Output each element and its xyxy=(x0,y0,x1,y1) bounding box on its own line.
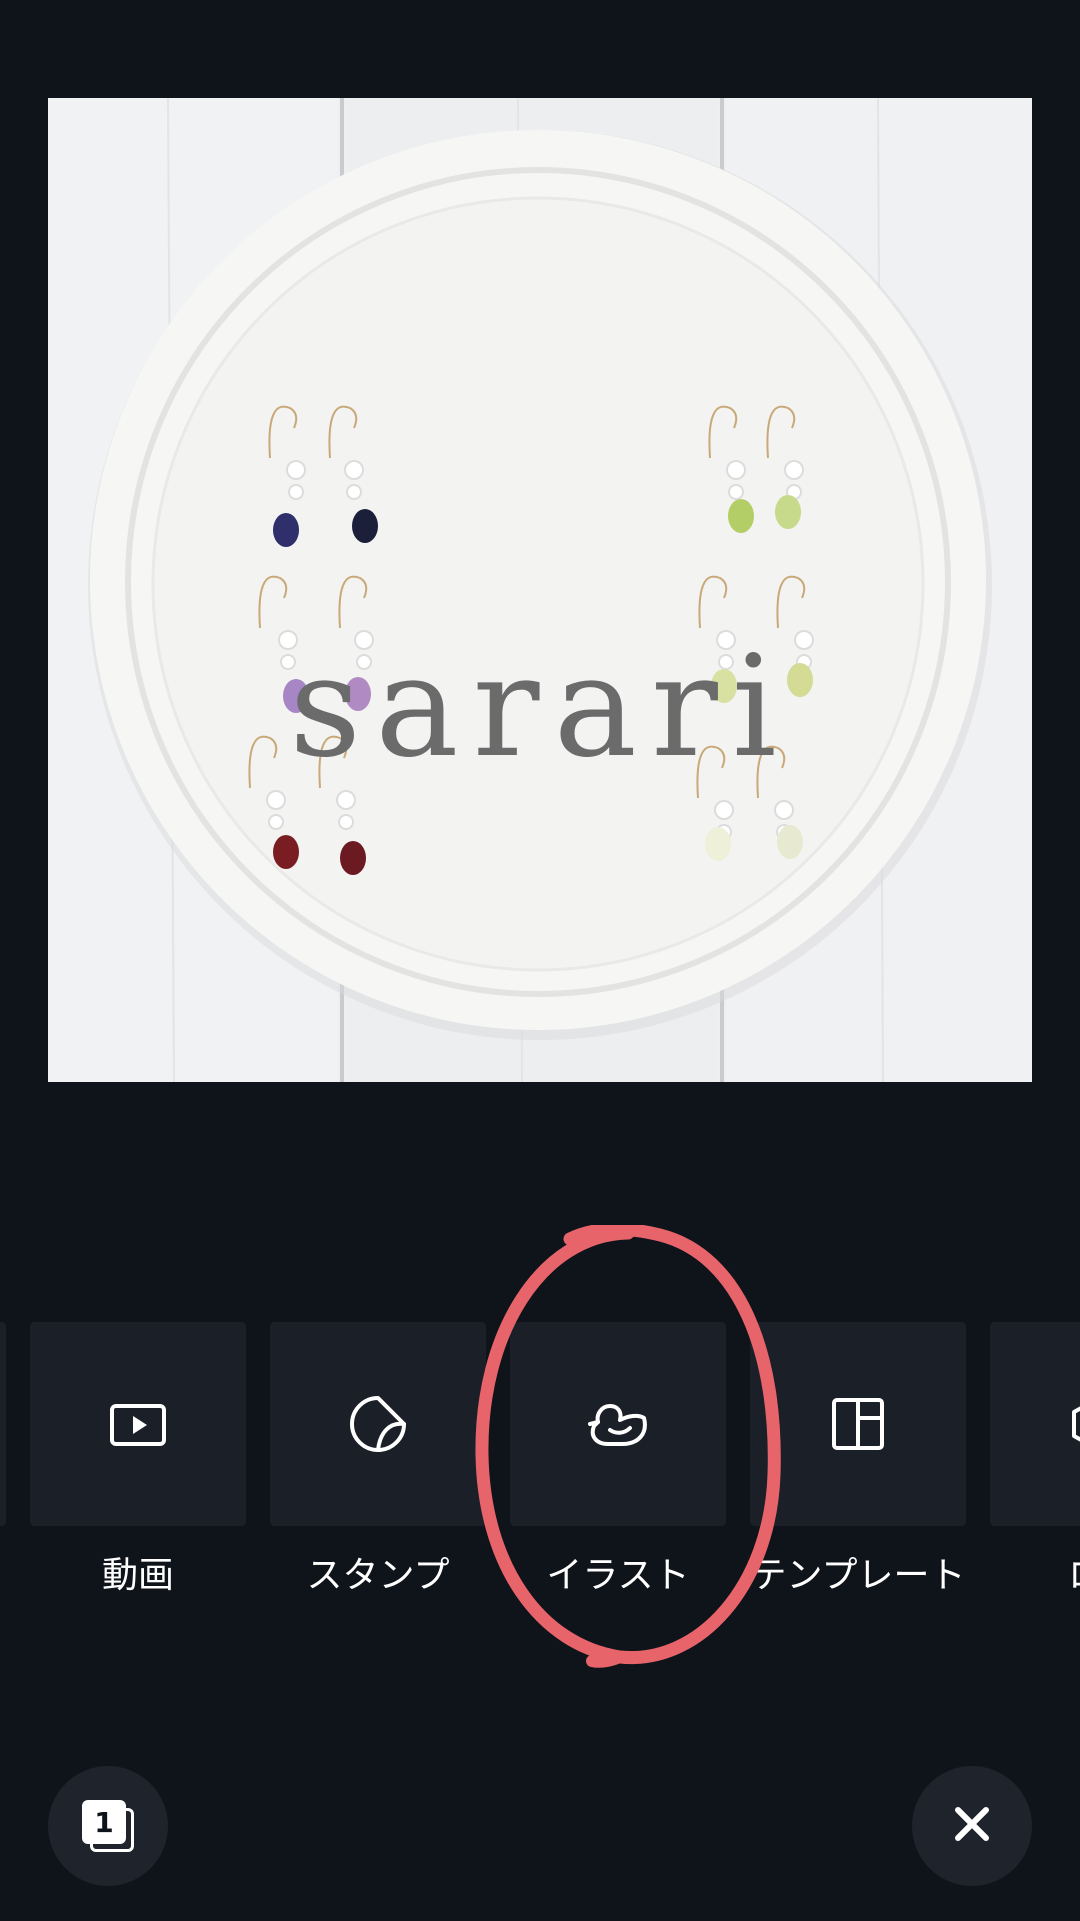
tool-template[interactable]: テンプレート xyxy=(750,1322,966,1598)
tool-card xyxy=(30,1322,246,1526)
tool-card xyxy=(750,1322,966,1526)
close-button[interactable] xyxy=(912,1766,1032,1886)
duck-illustration-icon xyxy=(586,1392,650,1456)
pages-icon: 1 xyxy=(82,1800,134,1852)
sticker-icon xyxy=(346,1392,410,1456)
tool-card xyxy=(270,1322,486,1526)
tool-video[interactable]: 動画 xyxy=(30,1322,246,1598)
video-play-icon xyxy=(108,1394,168,1454)
page-count: 1 xyxy=(82,1800,126,1844)
design-canvas[interactable]: sarari xyxy=(48,98,1032,1082)
tool-label: スタンプ xyxy=(306,1555,450,1596)
tool-label: テンプレート xyxy=(750,1555,966,1596)
partial-tool-icon xyxy=(1066,1394,1080,1454)
pages-button[interactable]: 1 xyxy=(48,1766,168,1886)
tool-sticker[interactable]: スタンプ xyxy=(270,1322,486,1598)
tool-partial-right[interactable]: ロ xyxy=(990,1322,1080,1598)
tool-card xyxy=(510,1322,726,1526)
tool-illustration[interactable]: イラスト xyxy=(510,1322,726,1598)
template-layout-icon xyxy=(828,1394,888,1454)
tool-partial-left[interactable] xyxy=(0,1322,6,1526)
tool-card xyxy=(990,1322,1080,1526)
tool-label: 動画 xyxy=(101,1555,174,1596)
tool-label: ロ xyxy=(990,1546,1080,1598)
editor-screen: sarari 動画 スタンプ イラスト テンプレート 1 xyxy=(0,0,1080,1921)
tool-card xyxy=(0,1322,6,1526)
jewelry-photo xyxy=(48,98,1032,1082)
close-icon xyxy=(952,1804,992,1848)
tool-label: イラスト xyxy=(546,1555,690,1596)
tool-strip: 動画 スタンプ イラスト テンプレート xyxy=(0,1322,1080,1602)
canvas-overlay-text[interactable]: sarari xyxy=(48,638,1032,778)
